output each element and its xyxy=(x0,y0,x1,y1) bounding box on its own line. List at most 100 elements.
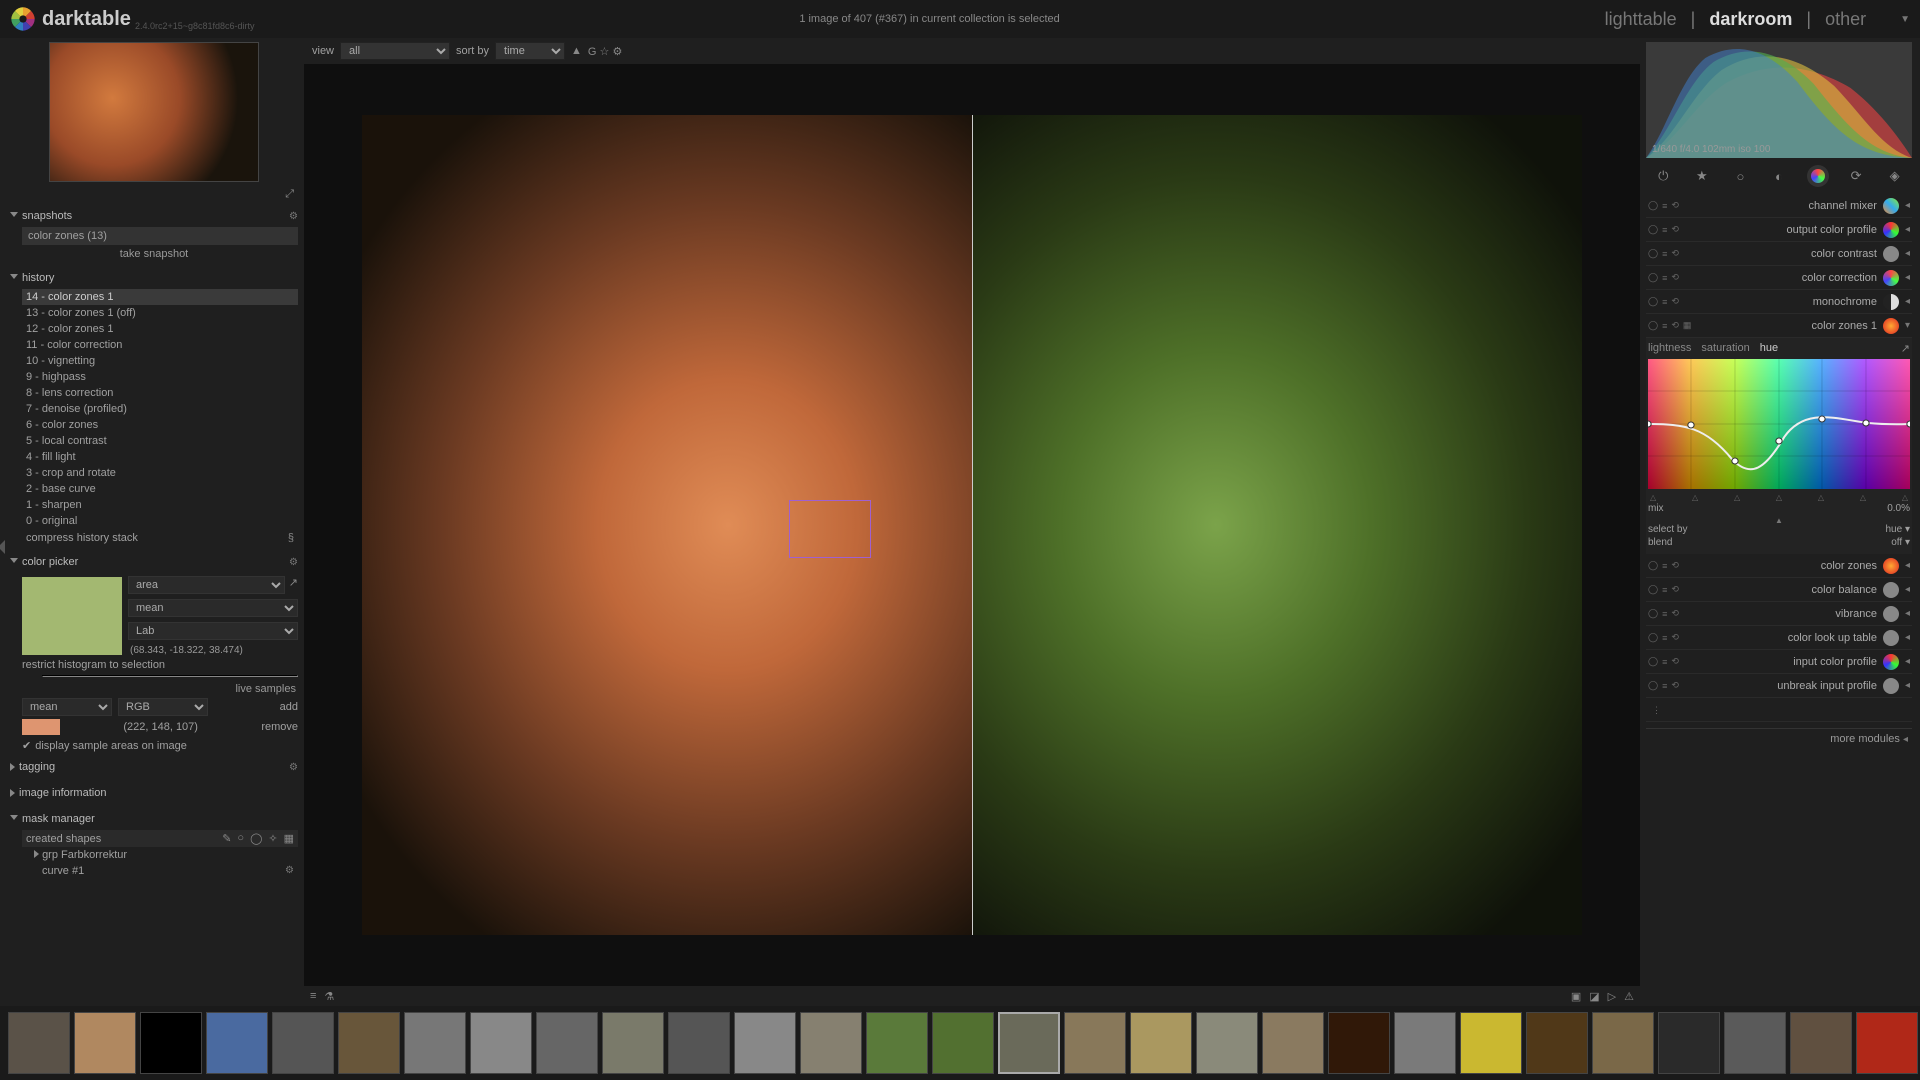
select-by-value[interactable]: hue ▾ xyxy=(1886,524,1911,535)
module-row[interactable]: ◯ ≡ ⟲ color balance ◂ xyxy=(1646,578,1912,602)
collapse-icon[interactable] xyxy=(10,274,18,283)
tab-favorites-icon[interactable]: ★ xyxy=(1691,165,1713,187)
history-item[interactable]: 4 - fill light xyxy=(22,449,298,465)
picker-icon[interactable]: ↗ xyxy=(289,576,298,594)
overlay-gear-icon[interactable]: ⚙ xyxy=(612,46,622,58)
filmstrip-thumb[interactable] xyxy=(1592,1012,1654,1074)
module-enable-icon[interactable]: ◯ xyxy=(1648,584,1658,595)
take-snapshot-button[interactable]: take snapshot xyxy=(10,245,298,263)
compress-history-button[interactable]: compress history stack xyxy=(26,532,282,544)
module-reset-icon[interactable]: ⟲ xyxy=(1671,224,1679,235)
cz-tab-lightness[interactable]: lightness xyxy=(1648,342,1691,355)
module-reset-icon[interactable]: ⟲ xyxy=(1671,656,1679,667)
module-reset-icon[interactable]: ⟲ xyxy=(1671,632,1679,643)
snapshot-item[interactable]: color zones (13) xyxy=(22,227,298,245)
tab-effect-icon[interactable]: ◈ xyxy=(1884,165,1906,187)
module-row[interactable]: ◯ ≡ ⟲ channel mixer ◂ xyxy=(1646,194,1912,218)
quick-access-icon[interactable]: ≡ xyxy=(310,990,316,1003)
image-viewport[interactable] xyxy=(304,64,1640,986)
gradient-icon[interactable]: ▦ xyxy=(284,832,294,845)
history-item[interactable]: 2 - base curve xyxy=(22,481,298,497)
module-expand-icon[interactable]: ◂ xyxy=(1905,608,1910,619)
module-row[interactable]: ◯ ≡ ⟲ color look up table ◂ xyxy=(1646,626,1912,650)
gear-icon[interactable]: ⚙ xyxy=(289,211,298,222)
module-multi-icon[interactable]: ≡ xyxy=(1662,561,1667,571)
filmstrip-thumb[interactable] xyxy=(998,1012,1060,1074)
tab-basic-icon[interactable]: ○ xyxy=(1729,165,1751,187)
module-multi-icon[interactable]: ≡ xyxy=(1662,201,1667,211)
module-reset-icon[interactable]: ⟲ xyxy=(1671,272,1679,283)
filmstrip-thumb[interactable] xyxy=(8,1012,70,1074)
module-row[interactable]: ◯ ≡ ⟲ unbreak input profile ◂ xyxy=(1646,674,1912,698)
expand-icon[interactable] xyxy=(34,850,39,858)
picker-space-select[interactable]: Lab xyxy=(128,622,298,640)
collapse-icon[interactable] xyxy=(10,212,18,221)
view-select[interactable]: all xyxy=(340,42,450,60)
filmstrip-thumb[interactable] xyxy=(1790,1012,1852,1074)
module-expand-icon[interactable]: ◂ xyxy=(1905,656,1910,667)
history-item[interactable]: 5 - local contrast xyxy=(22,433,298,449)
tab-color-icon[interactable] xyxy=(1807,165,1829,187)
more-modules-button[interactable]: more modules xyxy=(1830,733,1900,745)
cz-curve-editor[interactable] xyxy=(1648,359,1910,489)
module-enable-icon[interactable]: ◯ xyxy=(1648,248,1658,259)
filmstrip-thumb[interactable] xyxy=(470,1012,532,1074)
module-expand-icon[interactable]: ◂ xyxy=(1905,680,1910,691)
module-enable-icon[interactable]: ◯ xyxy=(1648,632,1658,643)
module-multi-icon[interactable]: ≡ xyxy=(1662,321,1667,331)
module-row[interactable]: ◯ ≡ ⟲ color correction ◂ xyxy=(1646,266,1912,290)
filmstrip-thumb[interactable] xyxy=(866,1012,928,1074)
module-enable-icon[interactable]: ◯ xyxy=(1648,320,1658,331)
history-item[interactable]: 11 - color correction xyxy=(22,337,298,353)
filmstrip-thumb[interactable] xyxy=(734,1012,796,1074)
tab-tone-icon[interactable]: ◐ xyxy=(1768,165,1790,187)
module-enable-icon[interactable]: ◯ xyxy=(1648,272,1658,283)
module-enable-icon[interactable]: ◯ xyxy=(1648,224,1658,235)
collapse-icon[interactable] xyxy=(10,558,18,567)
histogram[interactable]: 1/640 f/4.0 102mm iso 100 xyxy=(1646,42,1912,158)
path-icon[interactable]: ✧ xyxy=(268,832,277,845)
module-row[interactable]: ◯ ≡ ⟲ color contrast ◂ xyxy=(1646,242,1912,266)
module-enable-icon[interactable]: ◯ xyxy=(1648,680,1658,691)
picker-rect[interactable] xyxy=(789,500,871,558)
picker-mode-select[interactable]: area xyxy=(128,576,285,594)
module-multi-icon[interactable]: ≡ xyxy=(1662,609,1667,619)
history-item[interactable]: 12 - color zones 1 xyxy=(22,321,298,337)
filmstrip-thumb[interactable] xyxy=(932,1012,994,1074)
history-item[interactable]: 0 - original xyxy=(22,513,298,529)
history-item[interactable]: 9 - highpass xyxy=(22,369,298,385)
module-reset-icon[interactable]: ⟲ xyxy=(1671,296,1679,307)
module-multi-icon[interactable]: ≡ xyxy=(1662,585,1667,595)
history-item[interactable]: 3 - crop and rotate xyxy=(22,465,298,481)
module-row[interactable]: ◯ ≡ ⟲ input color profile ◂ xyxy=(1646,650,1912,674)
module-row[interactable]: ◯ ≡ ⟲ color zones ◂ xyxy=(1646,554,1912,578)
pencil-icon[interactable]: ✎ xyxy=(222,832,231,845)
styles-icon[interactable]: ⚗ xyxy=(324,990,334,1003)
filmstrip-thumb[interactable] xyxy=(206,1012,268,1074)
expand-icon[interactable] xyxy=(10,789,15,797)
filmstrip-thumb[interactable] xyxy=(1856,1012,1918,1074)
filmstrip-thumb[interactable] xyxy=(272,1012,334,1074)
module-expand-icon[interactable]: ◂ xyxy=(1905,248,1910,259)
tab-other[interactable]: other xyxy=(1825,9,1866,30)
module-expand-icon[interactable]: ▾ xyxy=(1905,320,1910,331)
module-enable-icon[interactable]: ◯ xyxy=(1648,560,1658,571)
history-item[interactable]: 14 - color zones 1 xyxy=(22,289,298,305)
module-multi-icon[interactable]: ≡ xyxy=(1662,249,1667,259)
filmstrip-thumb[interactable] xyxy=(1658,1012,1720,1074)
module-expand-icon[interactable]: ◂ xyxy=(1905,272,1910,283)
module-multi-icon[interactable]: ≡ xyxy=(1662,273,1667,283)
picker-stat-select[interactable]: mean xyxy=(128,599,298,617)
module-expand-icon[interactable]: ◂ xyxy=(1905,296,1910,307)
filmstrip-thumb[interactable] xyxy=(404,1012,466,1074)
filmstrip-thumb[interactable] xyxy=(140,1012,202,1074)
filmstrip-thumb[interactable] xyxy=(1394,1012,1456,1074)
chevron-down-icon[interactable]: ▼ xyxy=(1900,14,1910,25)
module-enable-icon[interactable]: ◯ xyxy=(1648,200,1658,211)
mask-group[interactable]: grp Farbkorrektur xyxy=(42,849,127,861)
rawoverexposed-icon[interactable]: ⚠ xyxy=(1624,990,1634,1003)
chevron-left-icon[interactable]: ◂ xyxy=(1903,734,1908,745)
module-enable-icon[interactable]: ◯ xyxy=(1648,296,1658,307)
module-reset-icon[interactable]: ⟲ xyxy=(1671,584,1679,595)
history-item[interactable]: 7 - denoise (profiled) xyxy=(22,401,298,417)
